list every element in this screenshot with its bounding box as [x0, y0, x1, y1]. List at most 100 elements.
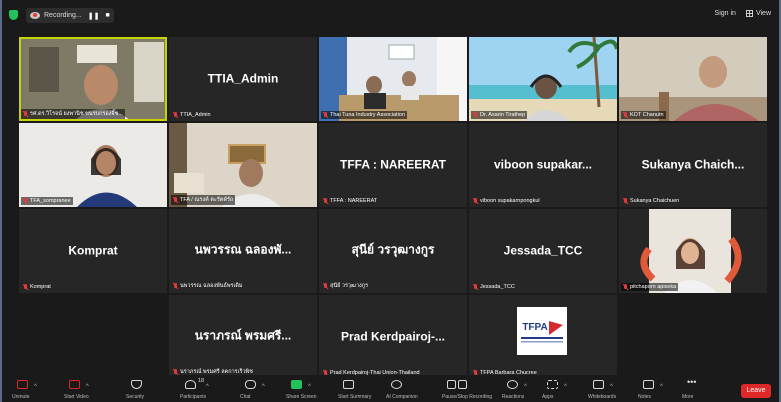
microphone-muted-icon: [323, 112, 328, 118]
chevron-up-icon[interactable]: ^: [660, 384, 663, 390]
participant-name: TFFA : NAREERAT: [340, 157, 446, 172]
chevron-up-icon[interactable]: ^: [610, 384, 613, 390]
participant-label: Jessada_TCC: [473, 284, 515, 290]
chevron-up-icon[interactable]: ^: [86, 384, 89, 390]
recording-label: Recording...: [44, 12, 82, 19]
stop-recording-button[interactable]: ■: [105, 12, 109, 19]
view-button[interactable]: View: [745, 10, 771, 17]
video-tile[interactable]: Sukanya Chaich... Sukanya Chaichuen: [619, 123, 767, 207]
participant-name: นพวรรณ ฉลองพั...: [194, 242, 292, 257]
ai-companion-icon: [391, 380, 402, 389]
view-label: View: [755, 10, 771, 17]
encryption-shield-icon[interactable]: [9, 10, 18, 20]
video-tile[interactable]: นพวรรณ ฉลองพั... นพวรรณ ฉลองพันธ์พรเดิม: [169, 209, 317, 293]
start-video-button[interactable]: ^ Start Video: [64, 378, 90, 400]
share-screen-icon: [291, 380, 302, 389]
participant-video: [319, 37, 467, 121]
video-off-icon: [69, 380, 80, 389]
participant-name: Jessada_TCC: [503, 243, 583, 258]
video-tile[interactable]: นราภรณ์ พรมศรี... นราภรณ์ พรมศรี ลคการเร…: [169, 295, 317, 379]
participant-video: [619, 37, 767, 121]
participant-name: Prad Kerdpairoj-...: [340, 329, 446, 344]
start-summary-button[interactable]: Start Summary: [338, 378, 371, 400]
video-tile[interactable]: Komprat Komprat: [19, 209, 167, 293]
video-tile[interactable]: TFA / ณรงค์ ตะรัตต์รัถ: [169, 123, 317, 207]
chevron-up-icon[interactable]: ^: [308, 384, 311, 390]
video-tile[interactable]: สุนีย์ วรวุฒางกูร สุนีย์ วรวุฒางกูร: [319, 209, 467, 293]
meeting-toolbar: ^ Unmute ^ Start Video Security 18 ^ Part…: [2, 375, 779, 402]
chevron-up-icon[interactable]: ^: [524, 384, 527, 390]
top-bar: Recording... ❚❚ ■ Sign in View: [2, 0, 779, 30]
participants-button[interactable]: 18 ^ Participants: [180, 378, 209, 400]
microphone-muted-icon: [323, 283, 328, 289]
recording-icon: [30, 12, 40, 19]
participant-label: TFA / ณรงค์ ตะรัตต์รัถ: [171, 195, 236, 205]
more-button[interactable]: ••• More: [682, 377, 708, 400]
microphone-muted-icon: [23, 198, 28, 204]
video-tile[interactable]: Dr. Asarin Tirathep: [469, 37, 617, 121]
participant-label: Sukanya Chaichuen: [623, 198, 679, 204]
leave-button[interactable]: Leave: [741, 384, 771, 398]
microphone-muted-icon: [23, 111, 28, 117]
microphone-muted-icon: [173, 112, 178, 118]
microphone-muted-icon: [23, 284, 28, 290]
video-tile[interactable]: รศ.ดร.วิโรจน์ ยงพานิช ขนรบกรองจิ๊ช...: [19, 37, 167, 121]
participant-label: Thai Tuna Industry Association: [321, 111, 407, 119]
video-tile[interactable]: KOT Chanutn: [619, 37, 767, 121]
participant-label: Dr. Asarin Tirathep: [471, 111, 528, 119]
chat-button[interactable]: ^ Chat: [240, 378, 266, 400]
participant-video: [19, 123, 167, 207]
share-screen-button[interactable]: ^ Share Screen: [286, 378, 317, 400]
participant-label: KOT Chanutn: [621, 111, 666, 119]
unmute-button[interactable]: ^ Unmute: [12, 378, 38, 400]
video-tile[interactable]: TTIA_Admin TTIA_Admin: [169, 37, 317, 121]
shield-icon: [131, 380, 142, 389]
whiteboards-button[interactable]: ^ Whiteboards: [588, 378, 616, 400]
video-tile[interactable]: TFPA TFPA Barbara Chucree: [469, 295, 617, 379]
video-tile[interactable]: TFA_sompranee: [19, 123, 167, 207]
security-button[interactable]: Security: [126, 378, 152, 400]
participant-video: TFPA: [469, 295, 617, 379]
participant-name: Sukanya Chaich...: [641, 157, 745, 172]
participant-label: viboon supakarnpongkul: [473, 198, 540, 204]
reactions-button[interactable]: ^ Reactions: [502, 378, 528, 400]
microphone-muted-icon: [473, 284, 478, 290]
recording-indicator: Recording... ❚❚ ■: [26, 8, 114, 23]
pause-stop-recording-button[interactable]: Pause/Stop Recording: [442, 378, 492, 400]
video-tile[interactable]: Jessada_TCC Jessada_TCC: [469, 209, 617, 293]
chevron-up-icon[interactable]: ^: [34, 384, 37, 390]
apps-button[interactable]: ^ Apps: [542, 378, 568, 400]
chevron-up-icon[interactable]: ^: [206, 384, 209, 390]
participants-icon: [185, 380, 196, 389]
video-tile[interactable]: TFFA : NAREERAT TFFA : NAREERAT: [319, 123, 467, 207]
more-icon: •••: [687, 377, 697, 387]
chevron-up-icon[interactable]: ^: [564, 384, 567, 390]
participant-name: Komprat: [68, 243, 118, 258]
chevron-up-icon[interactable]: ^: [262, 384, 265, 390]
microphone-muted-icon: [623, 112, 628, 118]
ai-companion-button[interactable]: AI Companion: [386, 378, 418, 400]
sign-in-link[interactable]: Sign in: [715, 10, 736, 17]
microphone-muted-icon: [323, 198, 328, 204]
microphone-muted-icon: [473, 198, 478, 204]
participant-name: TTIA_Admin: [207, 71, 279, 86]
notes-button[interactable]: ^ Notes: [638, 378, 664, 400]
video-tile[interactable]: viboon supakar... viboon supakarnpongkul: [469, 123, 617, 207]
participant-name: viboon supakar...: [493, 157, 593, 172]
video-tile[interactable]: Thai Tuna Industry Association: [319, 37, 467, 121]
participant-label: TFA_sompranee: [21, 197, 73, 205]
participant-label: TFFA : NAREERAT: [323, 198, 377, 204]
video-tile[interactable]: pitchaporn apiseka: [619, 209, 767, 293]
video-tile[interactable]: Prad Kerdpairoj-... Prad Kerdpairoj-Thai…: [319, 295, 467, 379]
pause-icon: [447, 380, 456, 389]
stop-icon: [458, 380, 467, 389]
participant-label: TTIA_Admin: [173, 112, 211, 118]
participant-video: [619, 209, 767, 293]
pause-recording-button[interactable]: ❚❚: [88, 12, 100, 20]
apps-icon: [547, 380, 558, 389]
tfpa-logo-text: TFPA: [522, 322, 547, 333]
microphone-muted-icon: [17, 380, 28, 389]
microphone-muted-icon: [173, 283, 178, 289]
participant-name: นราภรณ์ พรมศรี...: [194, 328, 292, 343]
reactions-icon: [507, 380, 518, 389]
